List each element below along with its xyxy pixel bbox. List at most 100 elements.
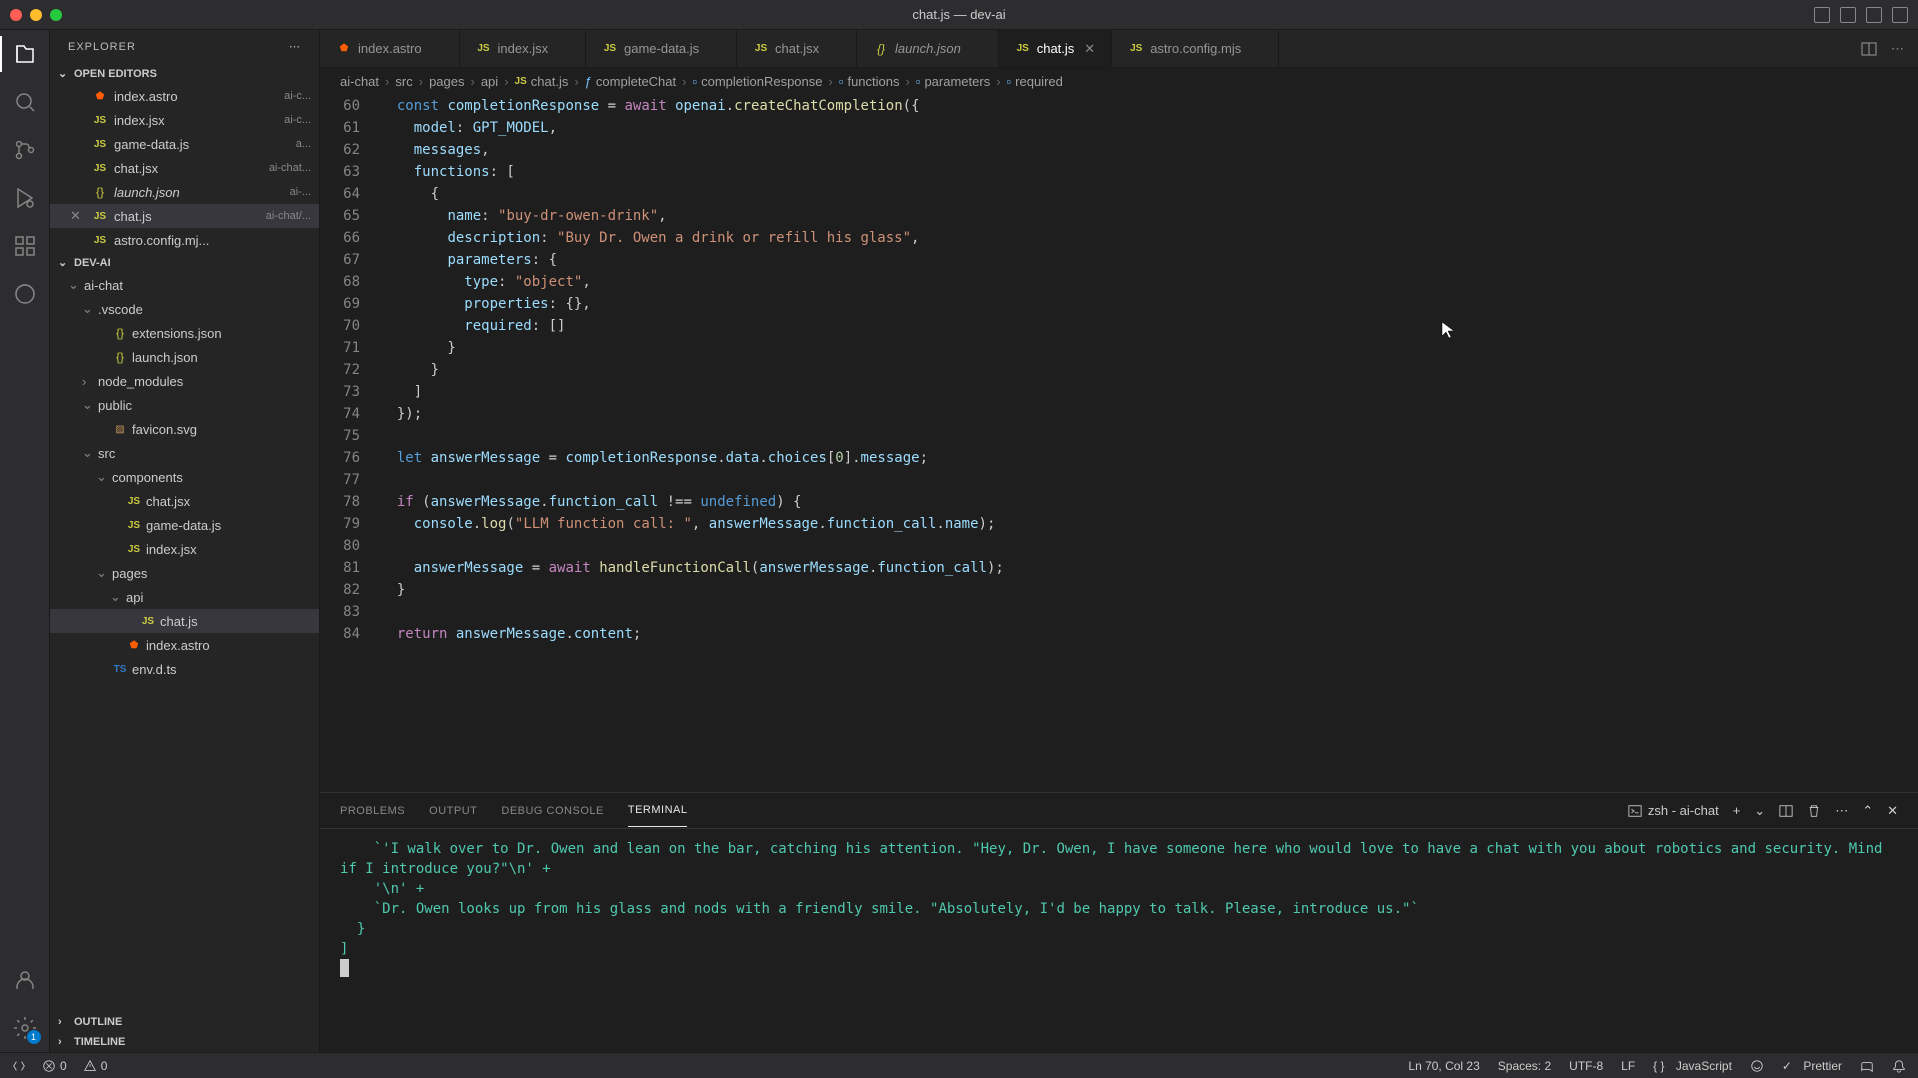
file-type-icon: JS — [92, 139, 108, 150]
open-editor-item[interactable]: JSgame-data.jsa... — [50, 132, 319, 156]
open-editor-item[interactable]: ✕JSchat.jsai-chat/... — [50, 204, 319, 228]
open-editor-item[interactable]: ⬟index.astroai-c... — [50, 84, 319, 108]
search-icon[interactable] — [11, 88, 39, 116]
edge-tools-icon[interactable] — [11, 280, 39, 308]
open-editor-item[interactable]: JSastro.config.mj... — [50, 228, 319, 252]
outline-section[interactable]: ›OUTLINE — [50, 1012, 319, 1032]
close-tab-icon[interactable]: ✕ — [1084, 41, 1095, 57]
tree-item[interactable]: JSchat.js — [50, 609, 319, 633]
new-terminal-icon[interactable]: + — [1733, 803, 1741, 818]
tree-item[interactable]: {}extensions.json — [50, 321, 319, 345]
tree-item[interactable]: ⌄public — [50, 393, 319, 417]
breadcrumb-item[interactable]: ▫required — [1007, 74, 1063, 89]
sidebar: EXPLORER ⋯ ⌄OPEN EDITORS ⬟index.astroai-… — [50, 30, 320, 1052]
tree-item[interactable]: ⌄ai-chat — [50, 273, 319, 297]
timeline-section[interactable]: ›TIMELINE — [50, 1032, 319, 1052]
toggle-primary-sidebar-icon[interactable] — [1814, 7, 1830, 23]
editor-tab[interactable]: {}launch.json✕ — [857, 30, 999, 67]
breadcrumb-item[interactable]: ƒcompleteChat — [585, 74, 676, 89]
notifications-icon[interactable] — [1892, 1059, 1906, 1073]
tree-item[interactable]: ⬟index.astro — [50, 633, 319, 657]
open-editor-item[interactable]: {}launch.jsonai-... — [50, 180, 319, 204]
breadcrumb-item[interactable]: pages — [429, 74, 464, 89]
tree-item[interactable]: ⌄pages — [50, 561, 319, 585]
file-name: index.astro — [114, 89, 178, 104]
tree-item-label: game-data.js — [146, 518, 221, 533]
maximize-window-button[interactable] — [50, 9, 62, 21]
tree-item[interactable]: JSgame-data.js — [50, 513, 319, 537]
file-type-icon: {} — [112, 350, 128, 364]
open-editors-section[interactable]: ⌄OPEN EDITORS — [50, 63, 319, 84]
kill-terminal-icon[interactable] — [1807, 804, 1821, 818]
breadcrumb-label: chat.js — [531, 74, 569, 89]
editor-tab[interactable]: JSchat.jsx✕ — [737, 30, 857, 67]
tree-item-label: node_modules — [98, 374, 183, 389]
indentation-status[interactable]: Spaces: 2 — [1498, 1059, 1551, 1073]
debug-console-tab[interactable]: DEBUG CONSOLE — [501, 795, 603, 827]
more-actions-icon[interactable]: ⋯ — [1891, 41, 1904, 57]
tree-item[interactable]: ⌄.vscode — [50, 297, 319, 321]
breadcrumb-item[interactable]: ▫completionResponse — [692, 74, 822, 89]
project-section[interactable]: ⌄DEV-AI — [50, 252, 319, 273]
feedback-icon[interactable] — [1860, 1059, 1874, 1073]
split-terminal-icon[interactable] — [1779, 804, 1793, 818]
problems-tab[interactable]: PROBLEMS — [340, 795, 405, 827]
editor-tab[interactable]: JSastro.config.mjs✕ — [1112, 30, 1279, 67]
output-tab[interactable]: OUTPUT — [429, 795, 477, 827]
tree-item[interactable]: JSchat.jsx — [50, 489, 319, 513]
toggle-secondary-sidebar-icon[interactable] — [1866, 7, 1882, 23]
tree-item[interactable]: TSenv.d.ts — [50, 657, 319, 681]
tree-item[interactable]: JSindex.jsx — [50, 537, 319, 561]
close-editor-icon[interactable]: ✕ — [70, 208, 86, 224]
settings-gear-icon[interactable]: 1 — [11, 1014, 39, 1042]
terminal-tab[interactable]: TERMINAL — [628, 794, 688, 827]
errors-status[interactable]: 0 — [42, 1059, 67, 1073]
breadcrumb-item[interactable]: ▫parameters — [916, 74, 990, 89]
eol-status[interactable]: LF — [1621, 1059, 1635, 1073]
sidebar-more-icon[interactable]: ⋯ — [289, 40, 301, 53]
tree-item[interactable]: {}launch.json — [50, 345, 319, 369]
accounts-icon[interactable] — [11, 966, 39, 994]
editor-tab[interactable]: ⬟index.astro✕ — [320, 30, 460, 67]
open-editor-item[interactable]: JSchat.jsxai-chat... — [50, 156, 319, 180]
customize-layout-icon[interactable] — [1892, 7, 1908, 23]
breadcrumb-item[interactable]: api — [481, 74, 498, 89]
close-window-button[interactable] — [10, 9, 22, 21]
source-control-icon[interactable] — [11, 136, 39, 164]
warnings-status[interactable]: 0 — [83, 1059, 108, 1073]
split-editor-icon[interactable] — [1861, 41, 1877, 57]
run-debug-icon[interactable] — [11, 184, 39, 212]
minimize-window-button[interactable] — [30, 9, 42, 21]
tree-item[interactable]: ⌄src — [50, 441, 319, 465]
breadcrumb-item[interactable]: ai-chat — [340, 74, 379, 89]
editor-tab[interactable]: JSchat.js✕ — [999, 30, 1112, 67]
terminal-dropdown-icon[interactable]: ⌄ — [1754, 803, 1765, 819]
tree-item[interactable]: ⌄api — [50, 585, 319, 609]
open-editor-item[interactable]: JSindex.jsxai-c... — [50, 108, 319, 132]
cursor-position[interactable]: Ln 70, Col 23 — [1408, 1059, 1479, 1073]
toggle-panel-icon[interactable] — [1840, 7, 1856, 23]
terminal-shell-label[interactable]: zsh - ai-chat — [1628, 803, 1719, 818]
explorer-icon[interactable] — [11, 40, 39, 68]
encoding-status[interactable]: UTF-8 — [1569, 1059, 1603, 1073]
breadcrumb-item[interactable]: ▫functions — [839, 74, 900, 89]
tree-item[interactable]: ▨favicon.svg — [50, 417, 319, 441]
breadcrumb-item[interactable]: JSchat.js — [515, 74, 569, 89]
tweet-feedback-icon[interactable] — [1750, 1059, 1764, 1073]
extensions-icon[interactable] — [11, 232, 39, 260]
panel-more-icon[interactable]: ⋯ — [1835, 803, 1848, 819]
breadcrumb-item[interactable]: src — [395, 74, 412, 89]
tree-item[interactable]: ›node_modules — [50, 369, 319, 393]
editor-tab[interactable]: JSindex.jsx✕ — [460, 30, 586, 67]
remote-indicator[interactable] — [12, 1059, 26, 1073]
maximize-panel-icon[interactable]: ⌃ — [1862, 803, 1873, 819]
breadcrumb[interactable]: ai-chat›src›pages›api›JSchat.js›ƒcomplet… — [320, 68, 1918, 95]
code-editor[interactable]: 6061626364656667686970717273747576777879… — [320, 95, 1918, 792]
line-numbers: 6061626364656667686970717273747576777879… — [320, 95, 380, 792]
terminal-output[interactable]: `'I walk over to Dr. Owen and lean on th… — [320, 829, 1918, 1052]
tree-item[interactable]: ⌄components — [50, 465, 319, 489]
editor-tab[interactable]: JSgame-data.js✕ — [586, 30, 737, 67]
language-mode[interactable]: { } JavaScript — [1653, 1059, 1732, 1073]
prettier-status[interactable]: ✓ Prettier — [1782, 1059, 1842, 1073]
close-panel-icon[interactable]: ✕ — [1887, 803, 1898, 819]
